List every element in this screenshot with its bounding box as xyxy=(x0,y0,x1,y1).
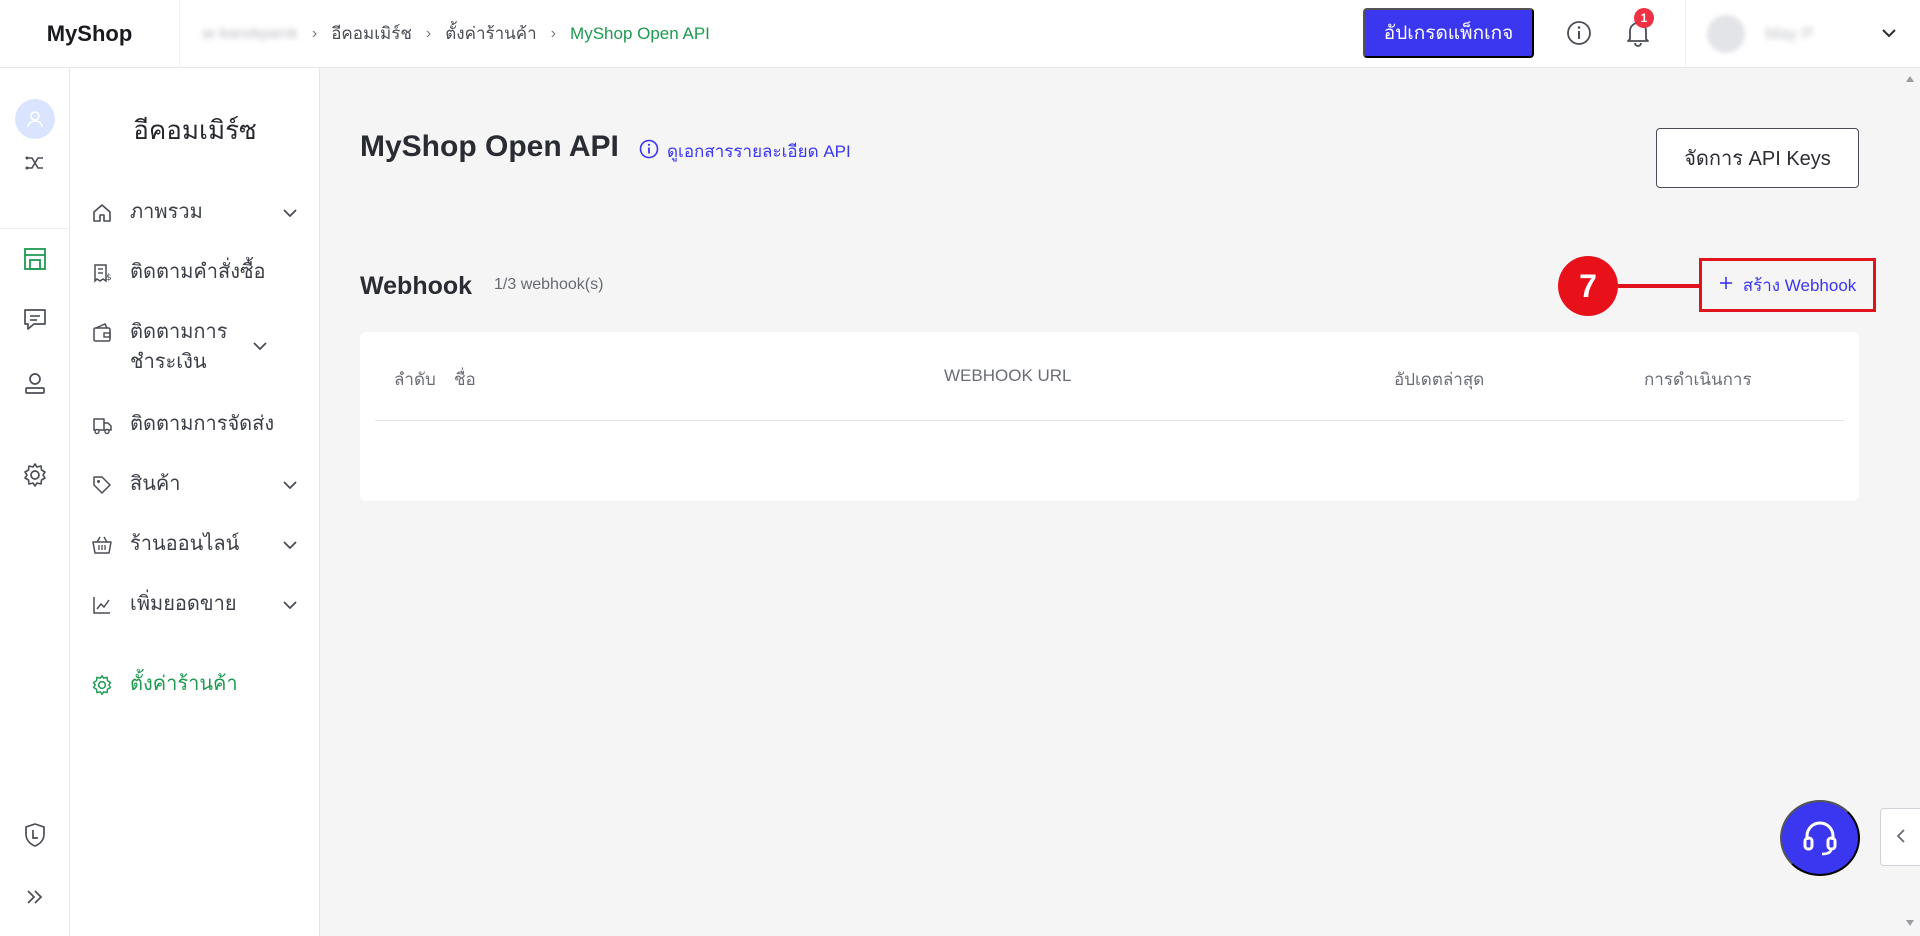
scroll-up-icon[interactable] xyxy=(1906,76,1914,82)
manage-api-keys-button[interactable]: จัดการ API Keys xyxy=(1656,128,1859,188)
sidebar-item-shipping[interactable]: ติดตามการจัดส่ง xyxy=(90,412,300,439)
sidebar-item-label: ติดตามการชำระเงิน xyxy=(130,321,228,373)
sidebar: อีคอมเมิร์ซ ภาพรวม $ ติดตามคำสั่งซื้อ ติ… xyxy=(70,68,320,936)
receipt-icon: $ xyxy=(90,261,114,285)
chart-icon xyxy=(90,593,114,617)
sidebar-item-label: ติดตามคำสั่งซื้อ xyxy=(130,261,266,283)
breadcrumb-shop[interactable]: ar-kanokparnk xyxy=(202,25,298,42)
notification-badge: 1 xyxy=(1634,8,1654,28)
column-header-actions: การดำเนินการ xyxy=(1644,370,1752,389)
breadcrumb: ar-kanokparnk › อีคอมเมิร์ช › ตั้งค่าร้า… xyxy=(180,20,710,47)
gear-icon xyxy=(90,673,114,697)
avatar xyxy=(1707,15,1745,53)
api-doc-link[interactable]: ดูเอกสารรายละเอียด API xyxy=(639,138,851,165)
sidebar-item-payments[interactable]: ติดตามการชำระเงิน xyxy=(90,320,300,377)
expand-icon[interactable] xyxy=(20,882,50,912)
info-icon[interactable] xyxy=(1564,18,1594,48)
info-icon xyxy=(639,139,659,164)
sidebar-item-products[interactable]: สินค้า xyxy=(90,472,300,499)
chevron-down-icon xyxy=(280,535,300,555)
rail-divider xyxy=(0,228,70,229)
webhook-section-title: Webhook xyxy=(360,272,473,300)
main-content: MyShop Open API ดูเอกสารรายละเอียด API จ… xyxy=(321,68,1899,936)
breadcrumb-current: MyShop Open API xyxy=(570,23,710,43)
api-doc-link-label: ดูเอกสารรายละเอียด API xyxy=(667,142,851,161)
gear-icon[interactable] xyxy=(20,460,50,490)
column-header-last-updated: อัปเดตล่าสุด xyxy=(1394,370,1485,389)
create-webhook-label: สร้าง Webhook xyxy=(1742,275,1857,295)
sidebar-item-label: เพิ่มยอดขาย xyxy=(130,593,237,615)
step-connector xyxy=(1618,284,1699,288)
chevron-down-icon[interactable] xyxy=(1880,24,1898,47)
create-webhook-button[interactable]: สร้าง Webhook xyxy=(1699,258,1876,312)
vertical-scrollbar[interactable] xyxy=(1900,68,1920,936)
shuffle-icon[interactable] xyxy=(20,148,50,178)
step-marker: 7 xyxy=(1558,256,1618,316)
sidebar-item-store-settings[interactable]: ตั้งค่าร้านค้า xyxy=(90,672,300,699)
svg-text:$: $ xyxy=(106,273,112,283)
sidebar-item-label: ตั้งค่าร้านค้า xyxy=(130,673,238,695)
chevron-right-icon: › xyxy=(425,24,432,42)
home-icon xyxy=(90,201,114,225)
column-header-order: ลำดับ xyxy=(394,370,436,389)
sidebar-item-orders[interactable]: $ ติดตามคำสั่งซื้อ xyxy=(90,260,300,287)
breadcrumb-store-settings[interactable]: ตั้งค่าร้านค้า xyxy=(445,20,536,47)
store-icon[interactable] xyxy=(20,244,50,274)
sidebar-item-overview[interactable]: ภาพรวม xyxy=(90,200,300,227)
chat-icon[interactable] xyxy=(20,304,50,334)
chevron-left-icon xyxy=(1894,828,1908,847)
shield-icon[interactable] xyxy=(20,820,50,850)
plus-icon xyxy=(1719,275,1733,295)
chevron-right-icon: › xyxy=(311,24,318,42)
sidebar-item-online-store[interactable]: ร้านออนไลน์ xyxy=(90,532,300,559)
truck-icon xyxy=(90,413,114,437)
column-header-name: ชื่อ xyxy=(454,370,476,389)
support-chat-button[interactable] xyxy=(1780,800,1860,876)
table-divider xyxy=(375,420,1844,421)
user-name: May P xyxy=(1765,24,1814,43)
sidebar-title: อีคอมเมิร์ซ xyxy=(133,115,257,145)
sidebar-item-label: สินค้า xyxy=(130,473,181,495)
chevron-down-icon xyxy=(280,203,300,223)
person-icon[interactable] xyxy=(20,368,50,398)
wallet-icon xyxy=(90,321,114,345)
scroll-down-icon[interactable] xyxy=(1906,920,1914,926)
basket-icon xyxy=(90,533,114,557)
user-menu[interactable]: May P xyxy=(1685,0,1920,68)
tag-icon xyxy=(90,473,114,497)
user-avatar-icon[interactable] xyxy=(15,99,55,139)
webhook-count: 1/3 webhook(s) xyxy=(494,276,604,293)
icon-rail xyxy=(0,68,70,936)
chevron-down-icon xyxy=(280,475,300,495)
webhook-table: ลำดับ ชื่อ WEBHOOK URL อัปเดตล่าสุด การด… xyxy=(360,332,1859,501)
sidebar-item-label: ติดตามการจัดส่ง xyxy=(130,413,275,435)
page-title: MyShop Open API xyxy=(360,130,619,163)
chevron-right-icon: › xyxy=(550,24,557,42)
collapse-panel-button[interactable] xyxy=(1880,808,1920,866)
headset-icon xyxy=(1799,816,1841,861)
sidebar-item-label: ภาพรวม xyxy=(130,201,203,223)
chevron-down-icon xyxy=(250,336,270,356)
app-logo[interactable]: MyShop xyxy=(0,0,180,68)
sidebar-item-boost-sales[interactable]: เพิ่มยอดขาย xyxy=(90,592,300,619)
upgrade-package-button[interactable]: อัปเกรดแพ็กเกจ xyxy=(1363,8,1534,58)
chevron-down-icon xyxy=(280,595,300,615)
breadcrumb-ecommerce[interactable]: อีคอมเมิร์ช xyxy=(331,20,412,47)
column-header-webhook-url: WEBHOOK URL xyxy=(944,366,1072,385)
sidebar-item-label: ร้านออนไลน์ xyxy=(130,533,240,555)
